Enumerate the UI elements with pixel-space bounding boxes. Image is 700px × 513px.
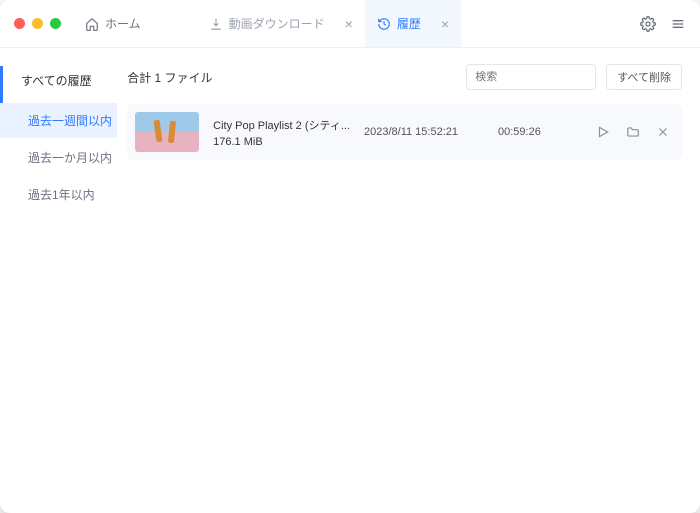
body: すべての履歴 過去一週間以内 過去一か月以内 過去1年以内 合計 1 ファイル bbox=[0, 48, 700, 513]
delete-icon[interactable] bbox=[656, 125, 670, 139]
row-info: City Pop Playlist 2 (シティ... 176.1 MiB bbox=[213, 117, 350, 148]
play-icon[interactable] bbox=[596, 125, 610, 139]
sidebar-item-year[interactable]: 過去1年以内 bbox=[0, 177, 117, 212]
home-icon bbox=[85, 17, 99, 31]
row-actions bbox=[596, 125, 670, 139]
sidebar-title: すべての履歴 bbox=[0, 66, 117, 103]
app-window: ホーム 動画ダウンロード × 履歴 × すべての履歴 過去一週間 bbox=[0, 0, 700, 513]
history-row: City Pop Playlist 2 (シティ... 176.1 MiB 20… bbox=[127, 104, 682, 160]
search-input[interactable] bbox=[475, 71, 617, 83]
row-date: 2023/8/11 15:52:21 bbox=[364, 126, 484, 138]
home-button[interactable]: ホーム bbox=[77, 11, 149, 36]
sidebar-items: 過去一週間以内 過去一か月以内 過去1年以内 bbox=[0, 103, 117, 212]
tab-label: 動画ダウンロード bbox=[229, 15, 325, 32]
menu-icon[interactable] bbox=[670, 16, 686, 32]
close-window-button[interactable] bbox=[14, 18, 25, 29]
row-title: City Pop Playlist 2 (シティ... bbox=[213, 117, 350, 133]
topbar: 合計 1 ファイル すべて削除 bbox=[127, 64, 682, 90]
tabs: 動画ダウンロード × 履歴 × bbox=[197, 0, 461, 47]
tab-history[interactable]: 履歴 × bbox=[365, 0, 461, 47]
sidebar-item-label: 過去1年以内 bbox=[28, 188, 95, 202]
window-controls bbox=[14, 18, 61, 29]
sidebar-item-label: 過去一週間以内 bbox=[28, 114, 112, 128]
tab-close-button[interactable]: × bbox=[345, 17, 353, 31]
main: 合計 1 ファイル すべて削除 City Pop Playlist 2 (シティ… bbox=[117, 48, 700, 513]
settings-icon[interactable] bbox=[640, 16, 656, 32]
clear-all-button[interactable]: すべて削除 bbox=[606, 64, 682, 90]
home-label: ホーム bbox=[105, 15, 141, 32]
history-icon bbox=[377, 17, 391, 31]
tab-label: 履歴 bbox=[397, 15, 421, 32]
tab-download[interactable]: 動画ダウンロード × bbox=[197, 0, 365, 47]
thumbnail[interactable] bbox=[135, 112, 199, 152]
folder-icon[interactable] bbox=[626, 125, 640, 139]
titlebar: ホーム 動画ダウンロード × 履歴 × bbox=[0, 0, 700, 48]
total-count: 合計 1 ファイル bbox=[127, 69, 456, 86]
title-actions bbox=[640, 16, 686, 32]
minimize-window-button[interactable] bbox=[32, 18, 43, 29]
row-size: 176.1 MiB bbox=[213, 136, 350, 148]
search-box[interactable] bbox=[466, 64, 596, 90]
maximize-window-button[interactable] bbox=[50, 18, 61, 29]
sidebar-item-month[interactable]: 過去一か月以内 bbox=[0, 140, 117, 175]
tab-close-button[interactable]: × bbox=[441, 17, 449, 31]
download-icon bbox=[209, 17, 223, 31]
row-duration: 00:59:26 bbox=[498, 126, 568, 138]
sidebar-item-week[interactable]: 過去一週間以内 bbox=[0, 103, 117, 138]
sidebar-item-label: 過去一か月以内 bbox=[28, 151, 112, 165]
sidebar: すべての履歴 過去一週間以内 過去一か月以内 過去1年以内 bbox=[0, 48, 117, 513]
